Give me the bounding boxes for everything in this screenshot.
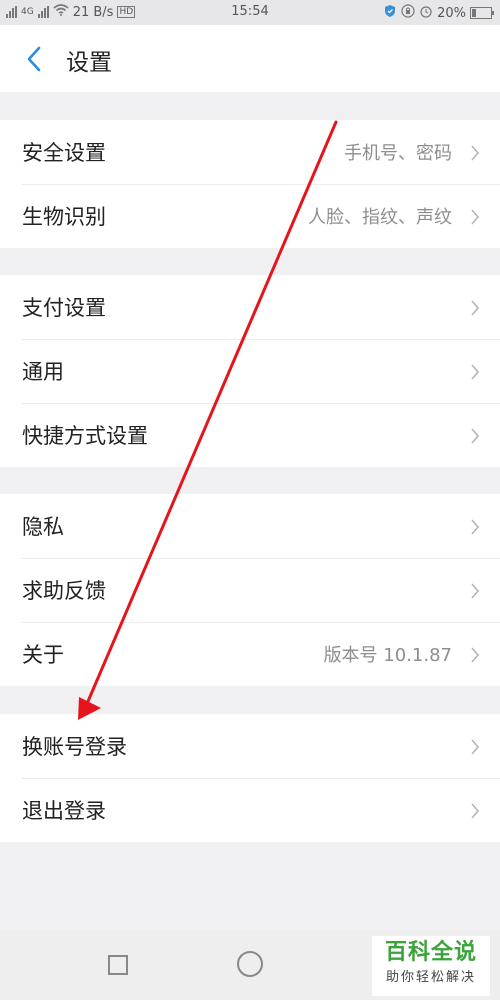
row-label: 退出登录 [22,799,106,823]
chevron-right-icon [471,300,480,316]
row-label: 隐私 [22,515,64,539]
alarm-icon [419,4,433,22]
chevron-right-icon [471,209,480,225]
settings-row-privacy[interactable]: 隐私 [0,494,500,558]
row-label: 换账号登录 [22,735,127,759]
chevron-left-icon [27,46,41,72]
chevron-right-icon [471,583,480,599]
settings-row-feedback[interactable]: 求助反馈 [0,558,500,622]
status-bar: 4G 21 B/s HD 15:54 20% [0,0,500,25]
app-header: 设置 [0,25,500,92]
settings-row-shortcuts[interactable]: 快捷方式设置 [0,403,500,467]
chevron-right-icon [471,647,480,663]
page-title: 设置 [66,50,112,76]
row-label: 求助反馈 [22,579,106,603]
row-label: 通用 [22,360,64,384]
status-right: 20% [383,4,494,22]
lock-rotation-icon [401,4,415,22]
settings-row-payment[interactable]: 支付设置 [0,275,500,339]
row-label: 关于 [22,643,64,667]
back-button[interactable] [14,39,54,79]
settings-group-about: 隐私 求助反馈 关于 版本号 10.1.87 [0,494,500,686]
shield-icon [383,4,397,22]
chevron-right-icon [471,428,480,444]
settings-row-switch-account[interactable]: 换账号登录 [0,714,500,778]
watermark-subtitle: 助你轻松解决 [385,970,476,985]
battery-percent: 20% [437,5,466,21]
version-value: 版本号 10.1.87 [323,645,452,666]
watermark-title: 百科全说 [384,940,477,965]
row-label: 安全设置 [22,141,106,165]
chevron-right-icon [471,364,480,380]
chevron-right-icon [471,519,480,535]
settings-row-biometrics[interactable]: 生物识别 人脸、指纹、声纹 [0,184,500,248]
row-label: 生物识别 [22,205,106,229]
row-label: 支付设置 [22,296,106,320]
battery-fill [472,9,476,17]
watermark-logo: 百科全说 助你轻松解决 [372,936,490,996]
chevron-right-icon [471,739,480,755]
settings-row-general[interactable]: 通用 [0,339,500,403]
settings-row-about[interactable]: 关于 版本号 10.1.87 [0,622,500,686]
settings-group-account-security: 安全设置 手机号、密码 生物识别 人脸、指纹、声纹 [0,120,500,248]
settings-group-general: 支付设置 通用 快捷方式设置 [0,275,500,467]
row-label: 快捷方式设置 [22,424,148,448]
settings-row-logout[interactable]: 退出登录 [0,778,500,842]
settings-row-security[interactable]: 安全设置 手机号、密码 [0,120,500,184]
chevron-right-icon [471,803,480,819]
battery-icon [470,7,494,19]
chevron-right-icon [471,145,480,161]
row-value: 手机号、密码 [344,143,452,164]
recent-apps-icon[interactable] [108,955,128,975]
row-value: 人脸、指纹、声纹 [308,207,452,228]
settings-group-login: 换账号登录 退出登录 [0,714,500,842]
home-icon[interactable] [237,951,263,977]
